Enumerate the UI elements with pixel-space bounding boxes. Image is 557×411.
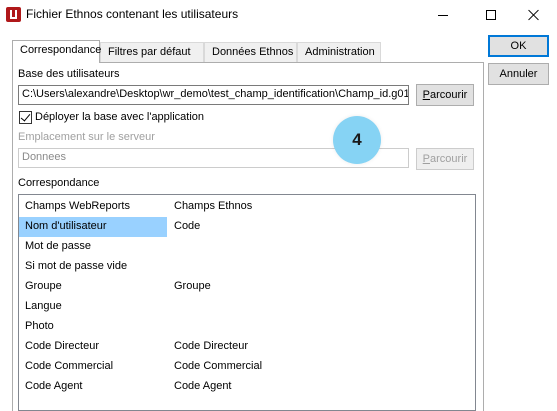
ethnos-app-icon: [6, 7, 21, 22]
cell-webreports-field[interactable]: Groupe: [19, 277, 167, 297]
cancel-button[interactable]: Annuler: [488, 63, 549, 85]
title-bar: Fichier Ethnos contenant les utilisateur…: [0, 0, 557, 30]
maximize-button[interactable]: [468, 0, 514, 30]
table-row[interactable]: Groupe Groupe: [19, 277, 475, 297]
cell-webreports-field[interactable]: Code Agent: [19, 377, 167, 397]
browse-base-button[interactable]: Parcourir: [416, 84, 474, 106]
cell-webreports-field[interactable]: Code Commercial: [19, 357, 167, 377]
cell-ethnos-field[interactable]: Groupe: [168, 277, 316, 297]
browse-base-mnemonic: P: [422, 89, 431, 101]
step-number-badge: 4: [333, 116, 381, 164]
cell-webreports-field[interactable]: Code Directeur: [19, 337, 167, 357]
table-row[interactable]: Mot de passe: [19, 237, 475, 257]
table-row[interactable]: Si mot de passe vide: [19, 257, 475, 277]
window-title: Fichier Ethnos contenant les utilisateur…: [26, 7, 239, 21]
cell-webreports-field[interactable]: Langue: [19, 297, 167, 317]
minimize-button[interactable]: [420, 0, 466, 30]
browse-server-button: Parcourir: [416, 148, 474, 170]
cell-ethnos-field[interactable]: Code Agent: [168, 377, 316, 397]
cell-ethnos-field[interactable]: [168, 317, 316, 337]
cell-webreports-field[interactable]: Photo: [19, 317, 167, 337]
column-header-webreports: Champs WebReports: [25, 200, 130, 212]
deploy-label: Déployer la base avec l'application: [35, 111, 205, 123]
cell-webreports-field[interactable]: Si mot de passe vide: [19, 257, 167, 277]
cell-ethnos-field[interactable]: [168, 257, 316, 277]
base-path-field[interactable]: C:\Users\alexandre\Desktop\wr_demo\test_…: [18, 85, 409, 105]
cell-ethnos-field[interactable]: Code Directeur: [168, 337, 316, 357]
table-row[interactable]: Photo: [19, 317, 475, 337]
base-label: Base des utilisateurs: [18, 68, 120, 80]
table-row[interactable]: Langue: [19, 297, 475, 317]
table-row[interactable]: Code Commercial Code Commercial: [19, 357, 475, 377]
tab-donnees-ethnos[interactable]: Données Ethnos: [204, 42, 297, 62]
cell-ethnos-field[interactable]: Code Commercial: [168, 357, 316, 377]
browse-server-label: arcourir: [430, 153, 468, 165]
tab-filtres-par-defaut[interactable]: Filtres par défaut: [100, 42, 204, 62]
cell-webreports-field[interactable]: Nom d'utilisateur: [19, 217, 167, 237]
tab-correspondance[interactable]: Correspondance: [12, 40, 101, 63]
cell-ethnos-field[interactable]: [168, 297, 316, 317]
minimize-icon: [438, 14, 448, 16]
browse-server-mnemonic: P: [422, 153, 431, 165]
server-label: Emplacement sur le serveur: [18, 131, 155, 143]
table-row[interactable]: Code Agent Code Agent: [19, 377, 475, 397]
table-row[interactable]: Nom d'utilisateur Code: [19, 217, 475, 237]
grid-header-row: Champs WebReports Champs Ethnos: [19, 197, 475, 217]
mapping-label: Correspondance: [18, 177, 100, 189]
browse-base-label: arcourir: [430, 89, 468, 101]
column-header-ethnos: Champs Ethnos: [174, 200, 253, 212]
table-row[interactable]: Code Directeur Code Directeur: [19, 337, 475, 357]
close-icon: [528, 9, 540, 21]
mapping-grid[interactable]: Champs WebReports Champs Ethnos Nom d'ut…: [18, 194, 476, 411]
maximize-icon: [486, 10, 496, 20]
tab-administration[interactable]: Administration: [297, 42, 381, 62]
deploy-checkbox[interactable]: [19, 111, 32, 124]
cell-ethnos-field[interactable]: Code: [168, 217, 316, 237]
ok-button[interactable]: OK: [488, 35, 549, 57]
close-button[interactable]: [511, 0, 557, 30]
cell-ethnos-field[interactable]: [168, 237, 316, 257]
cell-webreports-field[interactable]: Mot de passe: [19, 237, 167, 257]
